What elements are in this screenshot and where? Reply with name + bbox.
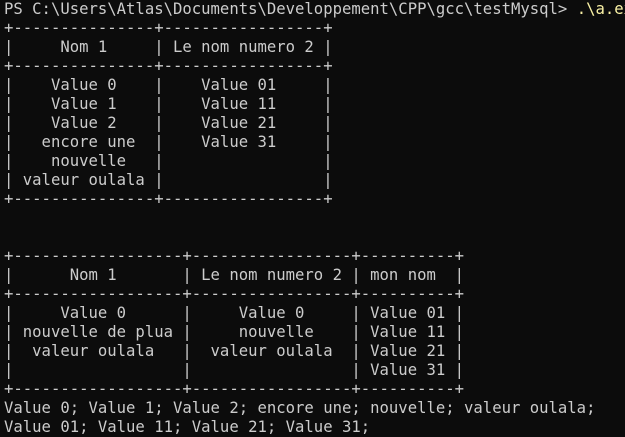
- output-line: | valeur oulala | |: [4, 171, 333, 189]
- output-line: | Value 2 | Value 21 |: [4, 114, 333, 132]
- output-line: | Value 1 | Value 11 |: [4, 95, 333, 113]
- output-line: | nouvelle de plua | nouvelle | Value 11…: [4, 323, 465, 341]
- output-line: +------------------+-----------------+--…: [4, 247, 465, 265]
- output-line: +------------------+-----------------+--…: [4, 285, 465, 303]
- output-line: | | | Value 31 |: [4, 361, 465, 379]
- output-line: +---------------+-----------------+: [4, 19, 333, 37]
- terminal-window[interactable]: PS C:\Users\Atlas\Documents\Developpemen…: [4, 0, 625, 436]
- output-line: | Value 0 | Value 0 | Value 01 |: [4, 304, 465, 322]
- output-line: | encore une | Value 31 |: [4, 133, 333, 151]
- output-line: | Nom 1 | Le nom numero 2 | mon nom |: [4, 266, 465, 284]
- output-line: Value 01; Value 11; Value 21; Value 31;: [4, 418, 371, 436]
- output-line: +------------------+-----------------+--…: [4, 380, 465, 398]
- command-text: .\a.exe: [576, 0, 625, 18]
- output-line: | valeur oulala | valeur oulala | Value …: [4, 342, 465, 360]
- output-line: Value 0; Value 1; Value 2; encore une; n…: [4, 399, 596, 417]
- prompt-path: PS C:\Users\Atlas\Documents\Developpemen…: [4, 0, 577, 18]
- output-line: | Nom 1 | Le nom numero 2 |: [4, 38, 333, 56]
- output-line: | nouvelle | |: [4, 152, 333, 170]
- prompt-line: PS C:\Users\Atlas\Documents\Developpemen…: [4, 0, 625, 19]
- output-line: +---------------+-----------------+: [4, 57, 333, 75]
- output-line: +---------------+-----------------+: [4, 190, 333, 208]
- output-line: | Value 0 | Value 01 |: [4, 76, 333, 94]
